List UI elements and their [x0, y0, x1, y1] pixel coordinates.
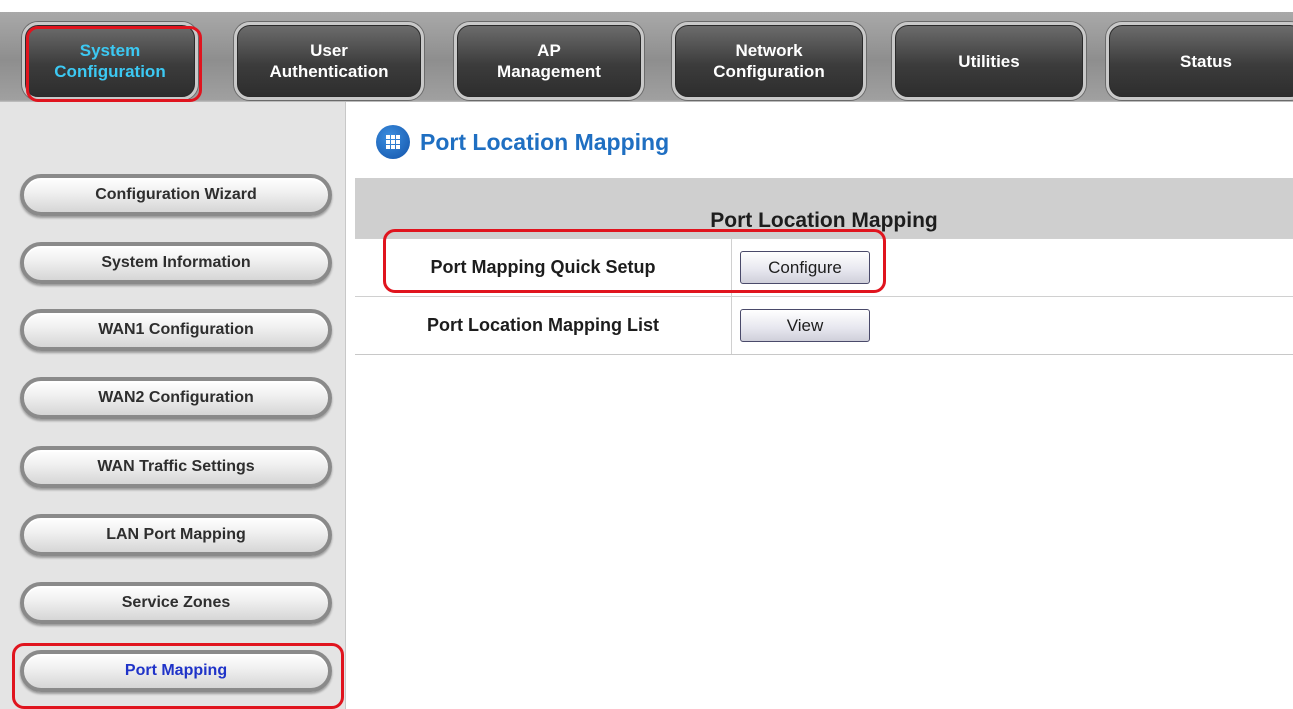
page-title: Port Location Mapping: [376, 124, 669, 160]
tab-label: Network Configuration: [713, 41, 825, 81]
sidebar-item-label: WAN Traffic Settings: [97, 458, 255, 475]
tab-status[interactable]: Status: [1106, 22, 1293, 100]
page-title-text: Port Location Mapping: [420, 128, 670, 155]
sidebar-item-configuration-wizard[interactable]: Configuration Wizard: [20, 174, 332, 216]
sidebar: Configuration Wizard System Information …: [0, 102, 346, 709]
sidebar-item-label: Service Zones: [121, 594, 231, 611]
grid-icon: [376, 125, 410, 159]
sidebar-item-label: Configuration Wizard: [95, 186, 257, 203]
tab-user-authentication[interactable]: User Authentication: [234, 22, 424, 100]
tab-label: Utilities: [958, 51, 1020, 71]
table-row: Port Location Mapping List View: [355, 296, 1293, 354]
highlight-sidebar-port-mapping: [12, 643, 344, 709]
tab-network-configuration[interactable]: Network Configuration: [672, 22, 866, 100]
sidebar-item-label: WAN1 Configuration: [98, 321, 254, 338]
sidebar-item-wan-traffic-settings[interactable]: WAN Traffic Settings: [20, 446, 332, 488]
sidebar-item-label: LAN Port Mapping: [106, 526, 246, 543]
sidebar-item-wan2-configuration[interactable]: WAN2 Configuration: [20, 377, 332, 419]
view-button[interactable]: View: [740, 309, 870, 342]
sidebar-item-service-zones[interactable]: Service Zones: [20, 582, 332, 624]
tab-label: Status: [1180, 51, 1232, 71]
highlight-quick-setup-row: [383, 229, 886, 293]
sidebar-item-label: System Information: [101, 254, 251, 271]
tab-utilities[interactable]: Utilities: [892, 22, 1086, 100]
highlight-tab-system-configuration: [26, 26, 202, 102]
sidebar-item-system-information[interactable]: System Information: [20, 242, 332, 284]
row-label: Port Location Mapping List: [355, 297, 732, 354]
tab-label: User Authentication: [269, 41, 389, 81]
tab-label: AP Management: [497, 41, 601, 81]
sidebar-item-wan1-configuration[interactable]: WAN1 Configuration: [20, 309, 332, 351]
sidebar-item-label: WAN2 Configuration: [98, 389, 254, 406]
sidebar-item-lan-port-mapping[interactable]: LAN Port Mapping: [20, 514, 332, 556]
tab-ap-management[interactable]: AP Management: [454, 22, 644, 100]
